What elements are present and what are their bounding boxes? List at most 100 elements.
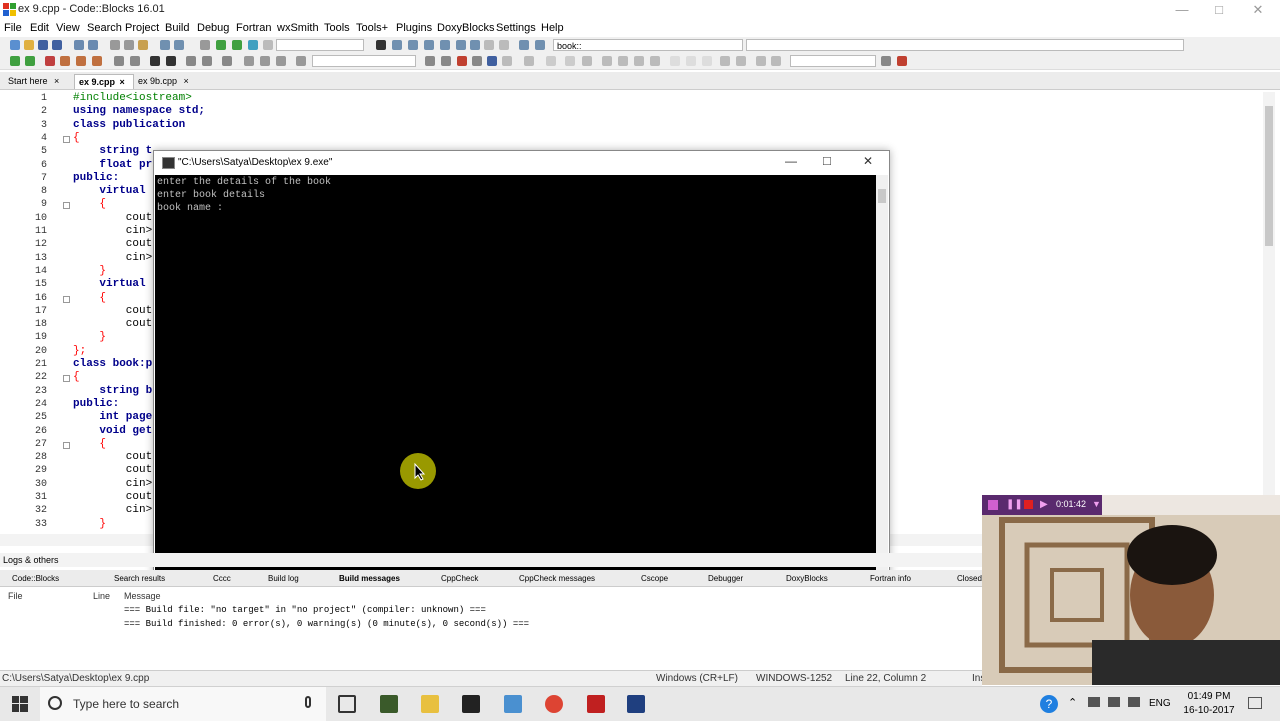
log-tab-cccc[interactable]: Cccc: [213, 572, 231, 585]
format-icon[interactable]: [202, 56, 212, 66]
replace-icon[interactable]: [174, 40, 184, 50]
pause-icon[interactable]: ❚❚: [1006, 499, 1023, 510]
dollar-icon[interactable]: [756, 56, 766, 66]
next-instruction-icon[interactable]: [456, 40, 466, 50]
refresh-icon[interactable]: [771, 56, 781, 66]
menu-project[interactable]: Project: [125, 22, 159, 34]
paste-icon[interactable]: [138, 40, 148, 50]
language-indicator[interactable]: ENG: [1149, 698, 1171, 709]
search-combo[interactable]: [312, 55, 416, 67]
fold-toggle-icon[interactable]: [63, 135, 70, 143]
notepad-icon[interactable]: [504, 695, 522, 713]
notifications-icon[interactable]: [1248, 697, 1262, 709]
help-icon[interactable]: ?: [1040, 695, 1058, 713]
fold-toggle-icon[interactable]: [63, 202, 70, 210]
task-view-icon[interactable]: [338, 695, 356, 713]
taskbar-search-box[interactable]: Type here to search: [40, 687, 326, 721]
console-maximize-icon[interactable]: □: [823, 153, 831, 168]
console-output[interactable]: enter the details of the book enter book…: [155, 175, 876, 575]
clear-bookmarks-icon[interactable]: [92, 56, 102, 66]
tab-close-icon[interactable]: ×: [184, 76, 189, 86]
save-icon[interactable]: [38, 40, 48, 50]
rect-icon[interactable]: [546, 56, 556, 66]
comment-icon[interactable]: [114, 56, 124, 66]
tab-ex9b-cpp[interactable]: ex 9b.cpp ×: [134, 74, 198, 89]
regex-icon[interactable]: [472, 56, 482, 66]
play-icon[interactable]: ▶: [1040, 499, 1048, 510]
layout1-icon[interactable]: [670, 56, 680, 66]
minimize-icon[interactable]: —: [1162, 0, 1202, 20]
grid-icon[interactable]: [582, 56, 592, 66]
next-bookmark-icon[interactable]: [76, 56, 86, 66]
menu-search[interactable]: Search: [87, 22, 122, 34]
menu-doxyblocks[interactable]: DoxyBlocks: [437, 22, 494, 34]
log-tab-cppcheck-messages[interactable]: CppCheck messages: [519, 572, 595, 585]
bookmark-icon[interactable]: [45, 56, 55, 66]
jump-forward-icon[interactable]: [25, 56, 35, 66]
run-to-cursor-icon[interactable]: [392, 40, 402, 50]
build-messages-list[interactable]: File Line Message === Build file: "no ta…: [0, 587, 982, 663]
undo-icon[interactable]: [74, 40, 84, 50]
step-into-icon[interactable]: [424, 40, 434, 50]
select-icon[interactable]: [524, 56, 534, 66]
microphone-icon[interactable]: [305, 696, 311, 708]
rebuild-icon[interactable]: [248, 40, 258, 50]
find-prev-icon[interactable]: [425, 56, 435, 66]
zoom-combo[interactable]: [790, 55, 876, 67]
log-tab-closed[interactable]: Closed: [957, 572, 982, 585]
step-instruction-icon[interactable]: [470, 40, 480, 50]
console-close-icon[interactable]: ✕: [863, 154, 873, 168]
fold-toggle-icon[interactable]: [63, 295, 70, 303]
windows-start-icon[interactable]: [12, 696, 28, 712]
info-icon[interactable]: [535, 40, 545, 50]
align-right-icon[interactable]: [634, 56, 644, 66]
menu-chevron-icon[interactable]: ▼: [1092, 499, 1101, 509]
menu-file[interactable]: File: [4, 22, 22, 34]
menu-debug[interactable]: Debug: [197, 22, 229, 34]
tab-start-here[interactable]: Start here ×: [4, 74, 74, 89]
pause-icon[interactable]: [484, 40, 494, 50]
chevron-up-icon[interactable]: ⌃: [1068, 696, 1077, 709]
column-header-file[interactable]: File: [8, 591, 23, 601]
stop-debug-icon[interactable]: [499, 40, 509, 50]
run-icon[interactable]: [216, 40, 226, 50]
active-console-taskbar-icon[interactable]: [627, 695, 645, 713]
log-tab-cscope[interactable]: Cscope: [641, 572, 668, 585]
redo-icon[interactable]: [88, 40, 98, 50]
layout2-icon[interactable]: [686, 56, 696, 66]
tab-close-icon[interactable]: ×: [120, 77, 125, 87]
symbol-combo[interactable]: book::: [553, 39, 743, 51]
layout3-icon[interactable]: [702, 56, 712, 66]
menu-plugins[interactable]: Plugins: [396, 22, 432, 34]
codeblocks-app-taskbar-icon[interactable]: [587, 695, 605, 713]
chrome-icon[interactable]: [545, 695, 563, 713]
tab-close-icon[interactable]: ×: [54, 76, 59, 86]
jump-back-icon[interactable]: [10, 56, 20, 66]
fold-toggle-icon[interactable]: [63, 375, 70, 383]
find-icon[interactable]: [160, 40, 170, 50]
menu-tools[interactable]: Tools: [324, 22, 350, 34]
menu-fortran[interactable]: Fortran: [236, 22, 271, 34]
log-tab-build-messages[interactable]: Build messages: [339, 572, 400, 585]
next-icon[interactable]: [276, 56, 286, 66]
tab-ex9-cpp[interactable]: ex 9.cpp ×: [74, 74, 134, 89]
menu-build[interactable]: Build: [165, 22, 189, 34]
uncomment-icon[interactable]: [130, 56, 140, 66]
log-tab-cppcheck[interactable]: CppCheck: [441, 572, 478, 585]
box-comment-icon[interactable]: [186, 56, 196, 66]
menu-wxsmith[interactable]: wxSmith: [277, 22, 319, 34]
settings-icon[interactable]: [881, 56, 891, 66]
wrench-icon[interactable]: [897, 56, 907, 66]
stream-comment-icon[interactable]: [166, 56, 176, 66]
codeblocks-taskbar-icon[interactable]: [380, 695, 398, 713]
maximize-icon[interactable]: □: [1199, 0, 1239, 20]
console-taskbar-icon[interactable]: [462, 695, 480, 713]
log-tab-fortran-info[interactable]: Fortran info: [870, 572, 911, 585]
menu-help[interactable]: Help: [541, 22, 564, 34]
volume-icon[interactable]: [1128, 697, 1140, 707]
log-tab-build-log[interactable]: Build log: [268, 572, 299, 585]
next-line-icon[interactable]: [408, 40, 418, 50]
highlight-marker-icon[interactable]: [457, 56, 467, 66]
column-header-line[interactable]: Line: [93, 591, 110, 601]
prev-icon[interactable]: [244, 56, 254, 66]
